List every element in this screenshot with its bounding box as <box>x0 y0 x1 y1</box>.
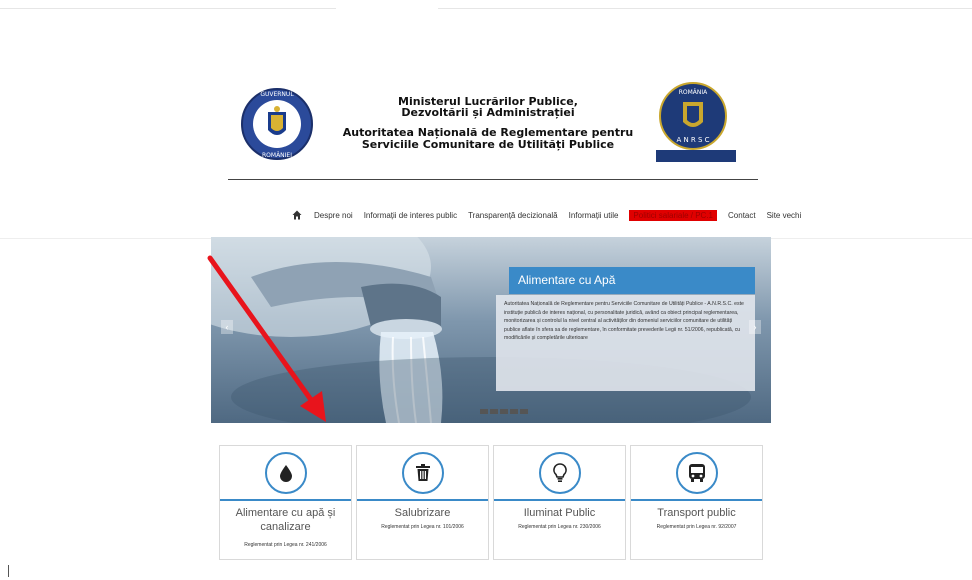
top-divider-left <box>0 8 336 9</box>
card-title: Iluminat Public <box>496 506 623 520</box>
top-divider-right <box>438 8 972 9</box>
nav-item-transparenta-decizionala[interactable]: Transparență decizională <box>468 211 558 220</box>
card-salubrizare[interactable]: Salubrizare Reglementat prin Legea nr. 1… <box>356 445 489 560</box>
nav-item-despre-noi[interactable]: Despre noi <box>314 211 353 220</box>
card-icon-circle <box>402 452 444 494</box>
nav-item-site-vechi[interactable]: Site vechi <box>767 211 802 220</box>
card-subtitle: Reglementat prin Legea nr. 101/2006 <box>381 524 464 530</box>
nav-item-contact[interactable]: Contact <box>728 211 756 220</box>
slider-dot[interactable] <box>490 409 498 414</box>
slider-dot[interactable] <box>480 409 488 414</box>
ministry-line-2: Dezvoltării și Administrației <box>401 106 575 119</box>
card-title-line-1: Transport public <box>657 507 736 519</box>
trash-icon <box>416 464 430 481</box>
card-title: Transport public <box>633 506 760 520</box>
slider-dot[interactable] <box>500 409 508 414</box>
card-separator <box>631 499 762 501</box>
nav-item-informatii-utile[interactable]: Informații utile <box>569 211 619 220</box>
slide-caption-title: Alimentare cu Apă <box>509 267 755 294</box>
water-drop-icon <box>280 465 292 482</box>
card-alimentare-apa[interactable]: Alimentare cu apă și canalizare Reglemen… <box>219 445 352 560</box>
card-separator <box>357 499 488 501</box>
card-title-line-1: Iluminat Public <box>523 507 596 519</box>
nav-item-informatii-interes-public[interactable]: Informații de interes public <box>364 211 457 220</box>
card-title: Alimentare cu apă și canalizare <box>222 506 349 534</box>
card-title: Salubrizare <box>359 506 486 520</box>
header-titles: Ministerul Lucrărilor Publice, Dezvoltăr… <box>328 96 648 151</box>
card-title-line-2: canalizare <box>260 521 311 533</box>
card-subtitle: Reglementat prin Legea nr. 241/2006 <box>244 542 327 548</box>
anrsc-logo[interactable]: ROMÂNIA A N R S C <box>653 80 739 166</box>
svg-text:ROMÂNIEI: ROMÂNIEI <box>262 152 292 159</box>
slider-next-button[interactable]: › <box>749 320 761 334</box>
card-separator <box>494 499 625 501</box>
card-icon-circle <box>539 452 581 494</box>
svg-text:A N R S C: A N R S C <box>676 136 709 144</box>
annotation-arrow <box>207 255 326 422</box>
authority-line-2: Serviciile Comunitare de Utilități Publi… <box>361 138 615 151</box>
svg-text:GUVERNUL: GUVERNUL <box>260 91 294 98</box>
site-header: GUVERNUL ROMÂNIEI Ministerul Lucrărilor … <box>228 78 758 180</box>
text-cursor <box>8 565 9 577</box>
card-title-line-1: Alimentare cu apă și <box>235 507 336 519</box>
slider-pagination <box>480 409 530 414</box>
bus-icon <box>689 464 705 482</box>
slider-dot[interactable] <box>520 409 528 414</box>
card-icon-circle <box>676 452 718 494</box>
card-subtitle: Reglementat prin Legea nr. 230/2006 <box>518 524 601 530</box>
main-navigation: Despre noi Informații de interes public … <box>292 208 812 222</box>
card-transport-public[interactable]: Transport public Reglementat prin Legea … <box>630 445 763 560</box>
card-icon-circle <box>265 452 307 494</box>
header-divider <box>228 179 758 180</box>
card-title-line-1: Salubrizare <box>394 507 451 519</box>
lightbulb-icon <box>553 463 567 482</box>
nav-item-highlighted[interactable]: Politici salariale / PC.1 <box>629 209 718 221</box>
card-subtitle: Reglementat prin Legea nr. 92/2007 <box>656 524 737 530</box>
guvernul-romaniei-crest-logo[interactable]: GUVERNUL ROMÂNIEI <box>240 82 314 166</box>
slide-caption-body: Autoritatea Națională de Reglementare pe… <box>496 295 755 391</box>
card-iluminat-public[interactable]: Iluminat Public Reglementat prin Legea n… <box>493 445 626 560</box>
svg-text:ROMÂNIA: ROMÂNIA <box>679 89 708 96</box>
slider-dot[interactable] <box>510 409 518 414</box>
home-icon[interactable] <box>292 210 302 220</box>
service-cards: Alimentare cu apă și canalizare Reglemen… <box>219 445 764 560</box>
card-separator <box>220 499 351 501</box>
